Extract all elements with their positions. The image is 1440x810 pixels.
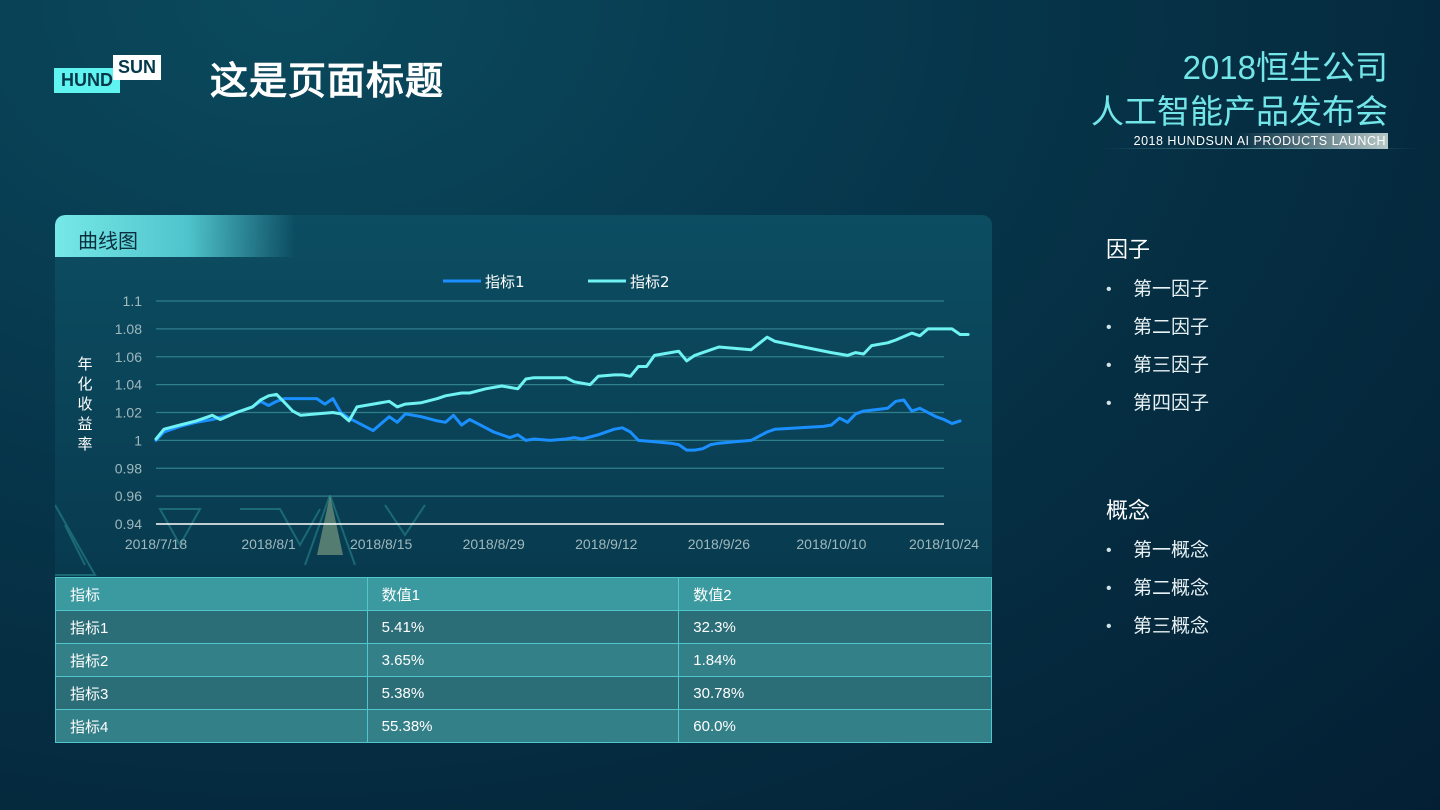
table-cell: 60.0% xyxy=(678,709,992,743)
factors-title: 因子 xyxy=(1106,237,1151,262)
table-cell: 55.38% xyxy=(366,709,680,743)
y-tick-label: 1.02 xyxy=(115,405,142,421)
series-line-1 xyxy=(154,397,962,452)
concept-item: 第一概念 xyxy=(1106,537,1209,575)
y-axis-label: 年化收益率 xyxy=(77,355,92,453)
page-title: 这是页面标题 xyxy=(210,61,445,103)
x-tick-label: 2018/8/1 xyxy=(241,536,296,552)
concepts-list: 第一概念第二概念第三概念 xyxy=(1106,537,1209,651)
x-tick-label: 2018/10/10 xyxy=(796,536,866,552)
table-header-cell: 指标 xyxy=(55,577,368,611)
concepts-title: 概念 xyxy=(1106,498,1151,523)
line-chart: 1.1 1.08 1.06 1.04 1.02 1 0.98 0.96 0.94 2018/7/1… xyxy=(77,273,979,552)
table-cell: 32.3% xyxy=(678,610,992,644)
event-title-line1: 2018恒生公司 xyxy=(1182,49,1388,86)
concepts-section: 概念 第一概念第二概念第三概念 xyxy=(1106,493,1209,651)
legend-label: 指标2 xyxy=(630,273,670,291)
factor-item: 第二因子 xyxy=(1106,314,1209,352)
x-tick-label: 2018/7/18 xyxy=(125,536,187,552)
y-tick-label: 0.96 xyxy=(115,488,142,504)
y-tick-label: 1.04 xyxy=(115,377,142,393)
x-tick-label: 2018/9/26 xyxy=(688,536,750,552)
y-axis-label-char: 益 xyxy=(77,415,92,433)
y-tick-label: 1 xyxy=(134,432,142,448)
factors-list: 第一因子第二因子第三因子第四因子 xyxy=(1106,276,1209,428)
y-axis-label-char: 率 xyxy=(77,435,92,453)
logo-left-block: HUND xyxy=(54,68,120,93)
y-tick-label: 1.1 xyxy=(123,293,143,309)
x-tick-label: 2018/9/12 xyxy=(575,536,637,552)
event-title-line2: 人工智能产品发布会 xyxy=(1091,93,1388,130)
factor-item: 第三因子 xyxy=(1106,352,1209,390)
hundsun-logo: HUND SUN xyxy=(54,55,162,95)
table-row: 指标2 3.65% 1.84% xyxy=(55,643,992,677)
table-row: 指标3 5.38% 30.78% xyxy=(55,676,992,710)
x-tick-label: 2018/8/15 xyxy=(350,536,412,552)
table-cell: 5.38% xyxy=(366,676,680,710)
factors-section: 因子 第一因子第二因子第三因子第四因子 xyxy=(1106,232,1209,428)
y-axis-label-char: 化 xyxy=(77,375,92,393)
table-cell: 指标2 xyxy=(55,643,368,677)
table-cell: 3.65% xyxy=(366,643,680,677)
data-table: 指标 数值1 数值2 指标1 5.41% 32.3% 指标2 3.65% 1.84% 指标3 5.3… xyxy=(55,577,992,743)
table-cell: 指标4 xyxy=(55,709,368,743)
legend-label: 指标1 xyxy=(485,273,525,291)
factor-item: 第四因子 xyxy=(1106,390,1209,428)
chart-panel: 曲线图 1.1 1.08 1.06 1.04 1.02 1 0.98 0.96 0.94 2018… xyxy=(55,215,992,577)
y-tick-label: 1.06 xyxy=(115,349,142,365)
y-tick-label: 0.94 xyxy=(115,516,142,532)
y-axis-label-char: 收 xyxy=(77,395,92,413)
x-tick-label: 2018/10/24 xyxy=(909,536,979,552)
table-cell: 1.84% xyxy=(678,643,992,677)
table-cell: 5.41% xyxy=(366,610,680,644)
y-tick-label: 0.98 xyxy=(115,460,142,476)
event-title: 2018恒生公司 人工智能产品发布会 xyxy=(1091,46,1388,134)
table-row: 指标4 55.38% 60.0% xyxy=(55,709,992,743)
event-subtitle: 2018 HUNDSUN AI PRODUCTS LAUNCH xyxy=(1113,133,1388,149)
concept-item: 第二概念 xyxy=(1106,575,1209,613)
factor-item: 第一因子 xyxy=(1106,276,1209,314)
table-cell: 指标1 xyxy=(55,610,368,644)
event-divider xyxy=(1100,148,1420,149)
table-cell: 30.78% xyxy=(678,676,992,710)
x-tick-label: 2018/8/29 xyxy=(463,536,525,552)
table-header-row: 指标 数值1 数值2 xyxy=(55,577,992,611)
concept-item: 第三概念 xyxy=(1106,613,1209,651)
table-header-cell: 数值2 xyxy=(678,577,992,611)
table-header-cell: 数值1 xyxy=(366,577,680,611)
table-cell: 指标3 xyxy=(55,676,368,710)
y-tick-label: 1.08 xyxy=(115,321,142,337)
y-axis-label-char: 年 xyxy=(77,355,92,373)
table-row: 指标1 5.41% 32.3% xyxy=(55,610,992,644)
logo-right-block: SUN xyxy=(113,55,161,80)
